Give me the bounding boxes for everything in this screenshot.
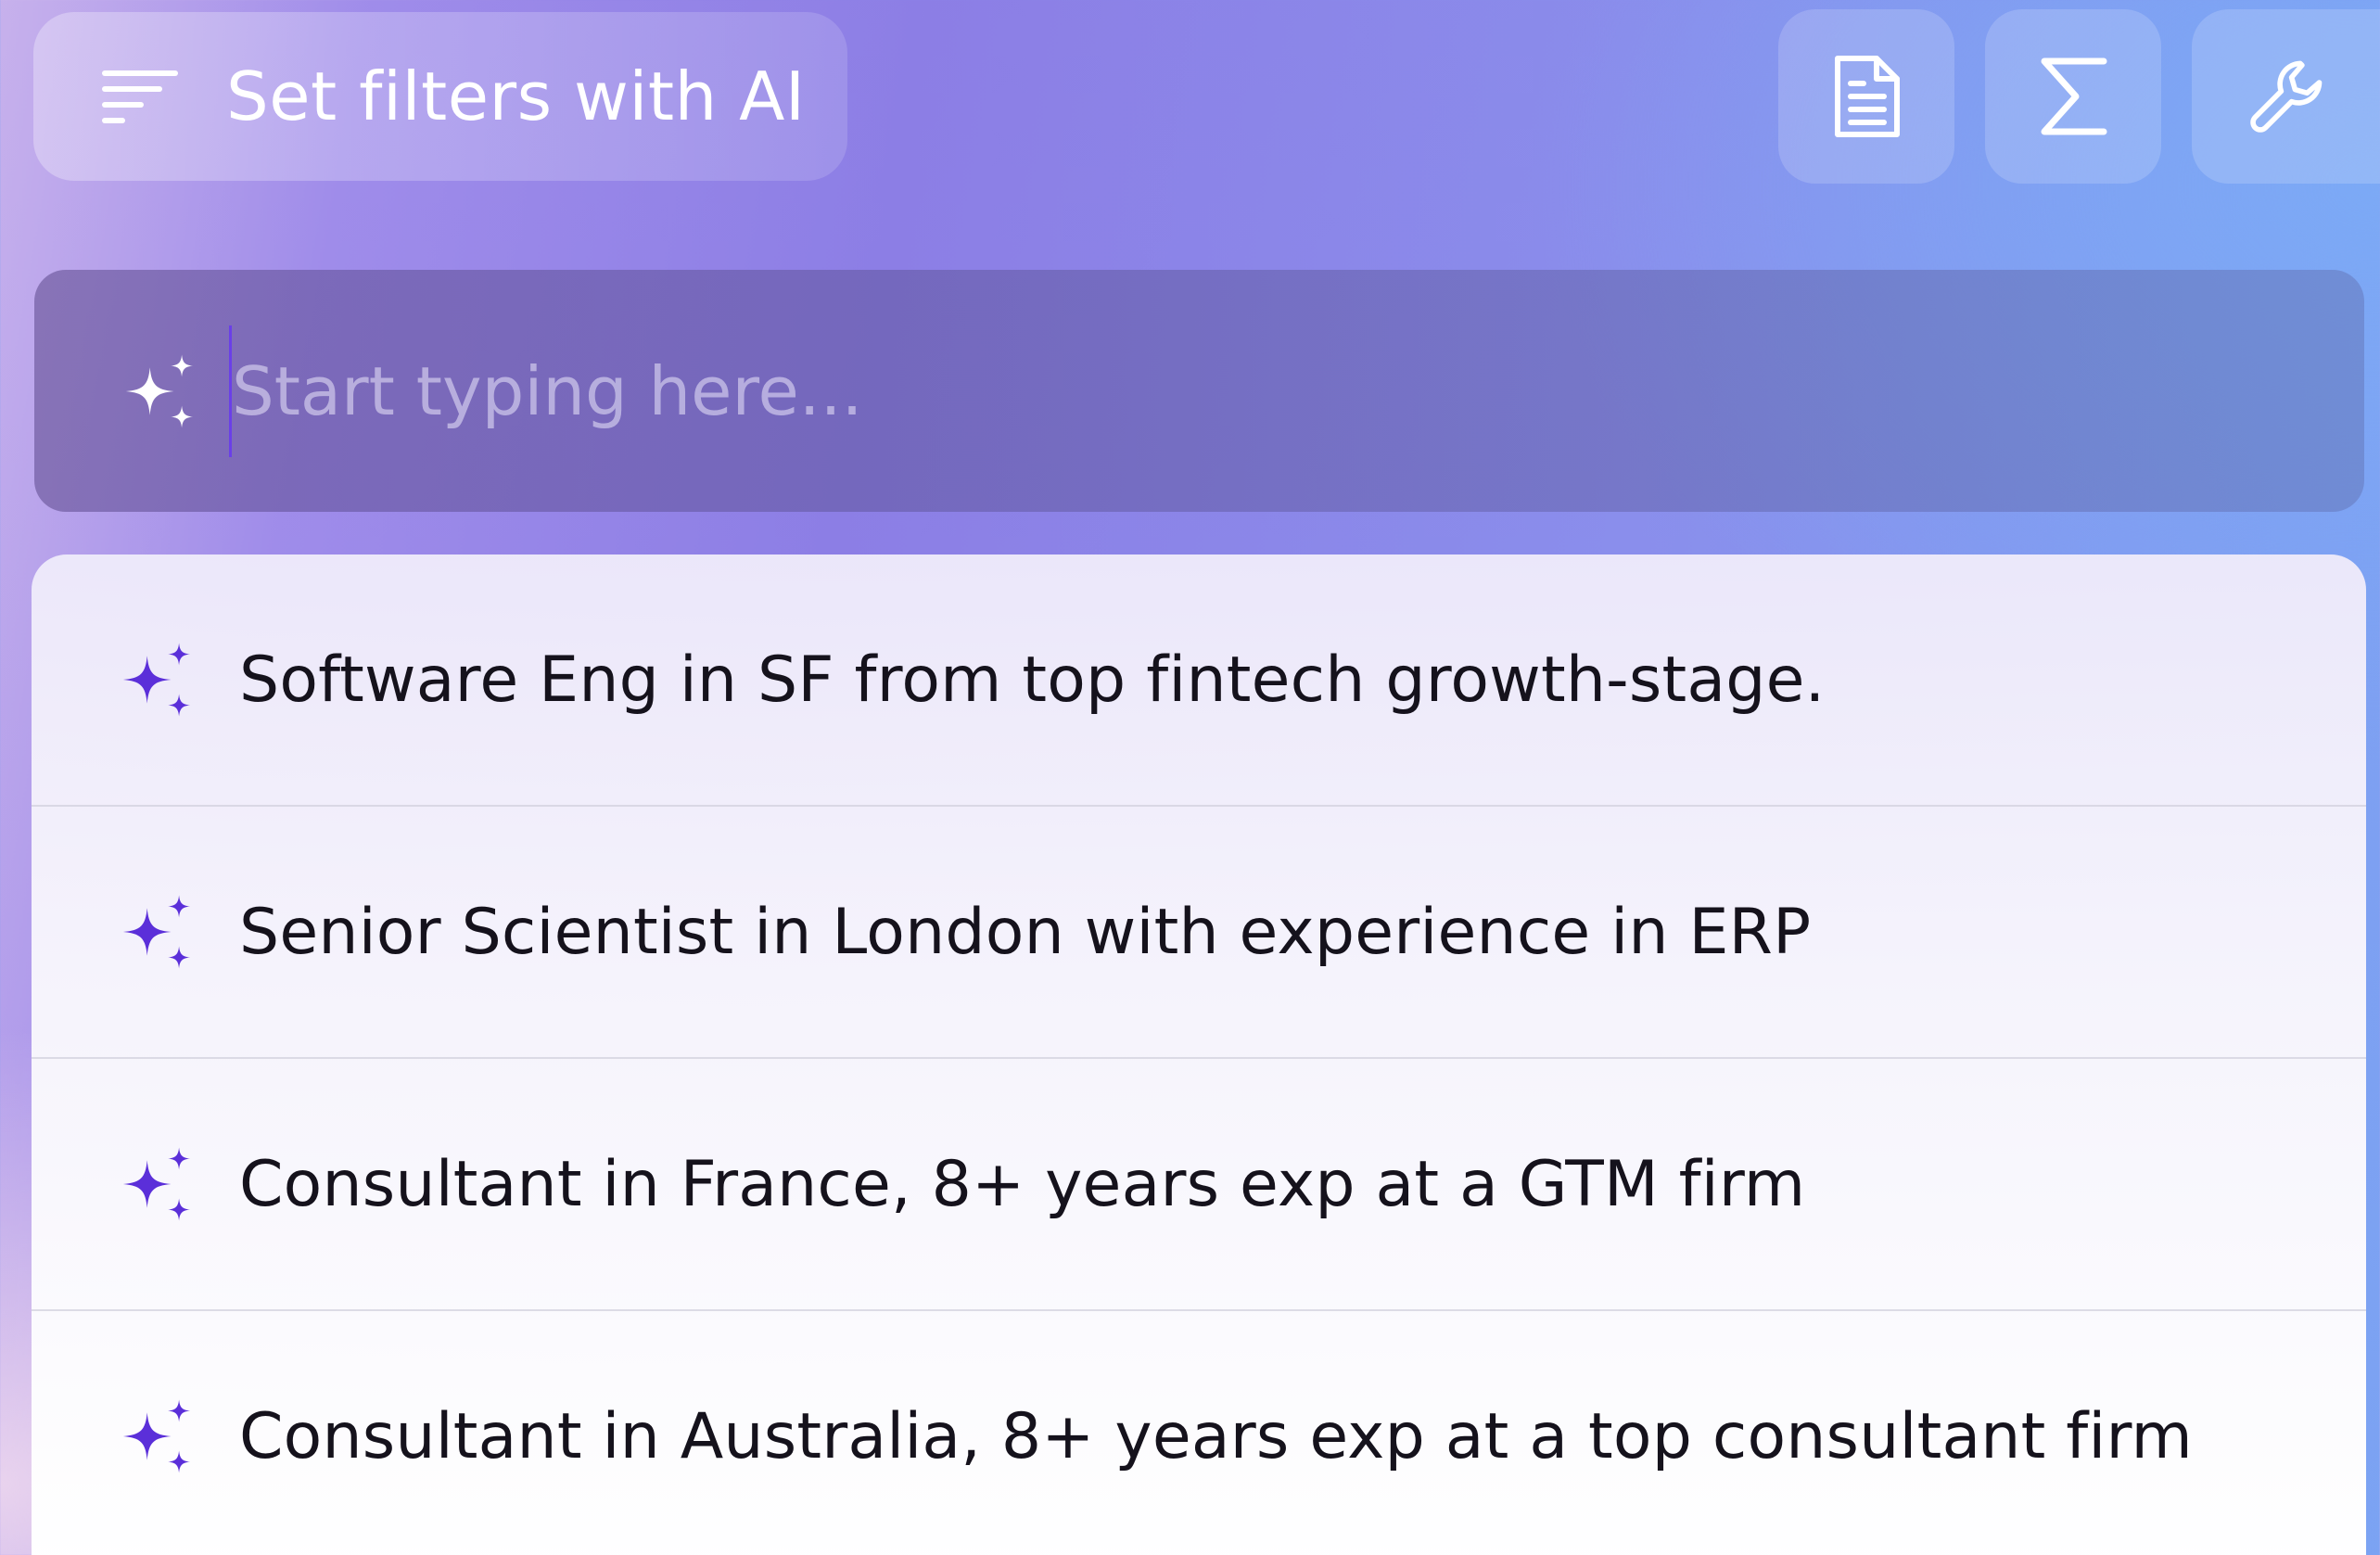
sparkle-icon: [117, 1396, 197, 1476]
sigma-icon: [2041, 57, 2107, 135]
suggestion-item[interactable]: Senior Scientist in London with experien…: [32, 807, 2366, 1059]
suggestion-text: Senior Scientist in London with experien…: [239, 895, 1812, 969]
wrench-icon: [2249, 60, 2322, 133]
sparkle-icon: [117, 640, 197, 720]
set-filters-with-ai-button[interactable]: Set filters with AI: [33, 12, 847, 181]
set-filters-with-ai-label: Set filters with AI: [226, 57, 806, 135]
sparkle-icon: [117, 892, 197, 972]
ai-search-input[interactable]: [229, 325, 2364, 457]
sparkle-icon: [117, 1144, 197, 1224]
document-button[interactable]: [1778, 9, 1954, 184]
suggestion-item[interactable]: Consultant in France, 8+ years exp at a …: [32, 1059, 2366, 1311]
ai-search-box[interactable]: [34, 270, 2364, 512]
suggestion-item[interactable]: Software Eng in SF from top fintech grow…: [32, 554, 2366, 807]
suggestion-item[interactable]: Consultant in Australia, 8+ years exp at…: [32, 1311, 2366, 1555]
document-icon: [1835, 56, 1900, 137]
filter-lines-icon: [102, 70, 178, 123]
sparkle-icon: [120, 351, 199, 431]
suggestion-text: Consultant in France, 8+ years exp at a …: [239, 1147, 1806, 1221]
suggestion-text: Consultant in Australia, 8+ years exp at…: [239, 1399, 2193, 1473]
suggestions-list: Software Eng in SF from top fintech grow…: [32, 554, 2366, 1555]
sigma-button[interactable]: [1985, 9, 2161, 184]
wrench-button[interactable]: [2192, 9, 2380, 184]
suggestion-text: Software Eng in SF from top fintech grow…: [239, 643, 1826, 717]
